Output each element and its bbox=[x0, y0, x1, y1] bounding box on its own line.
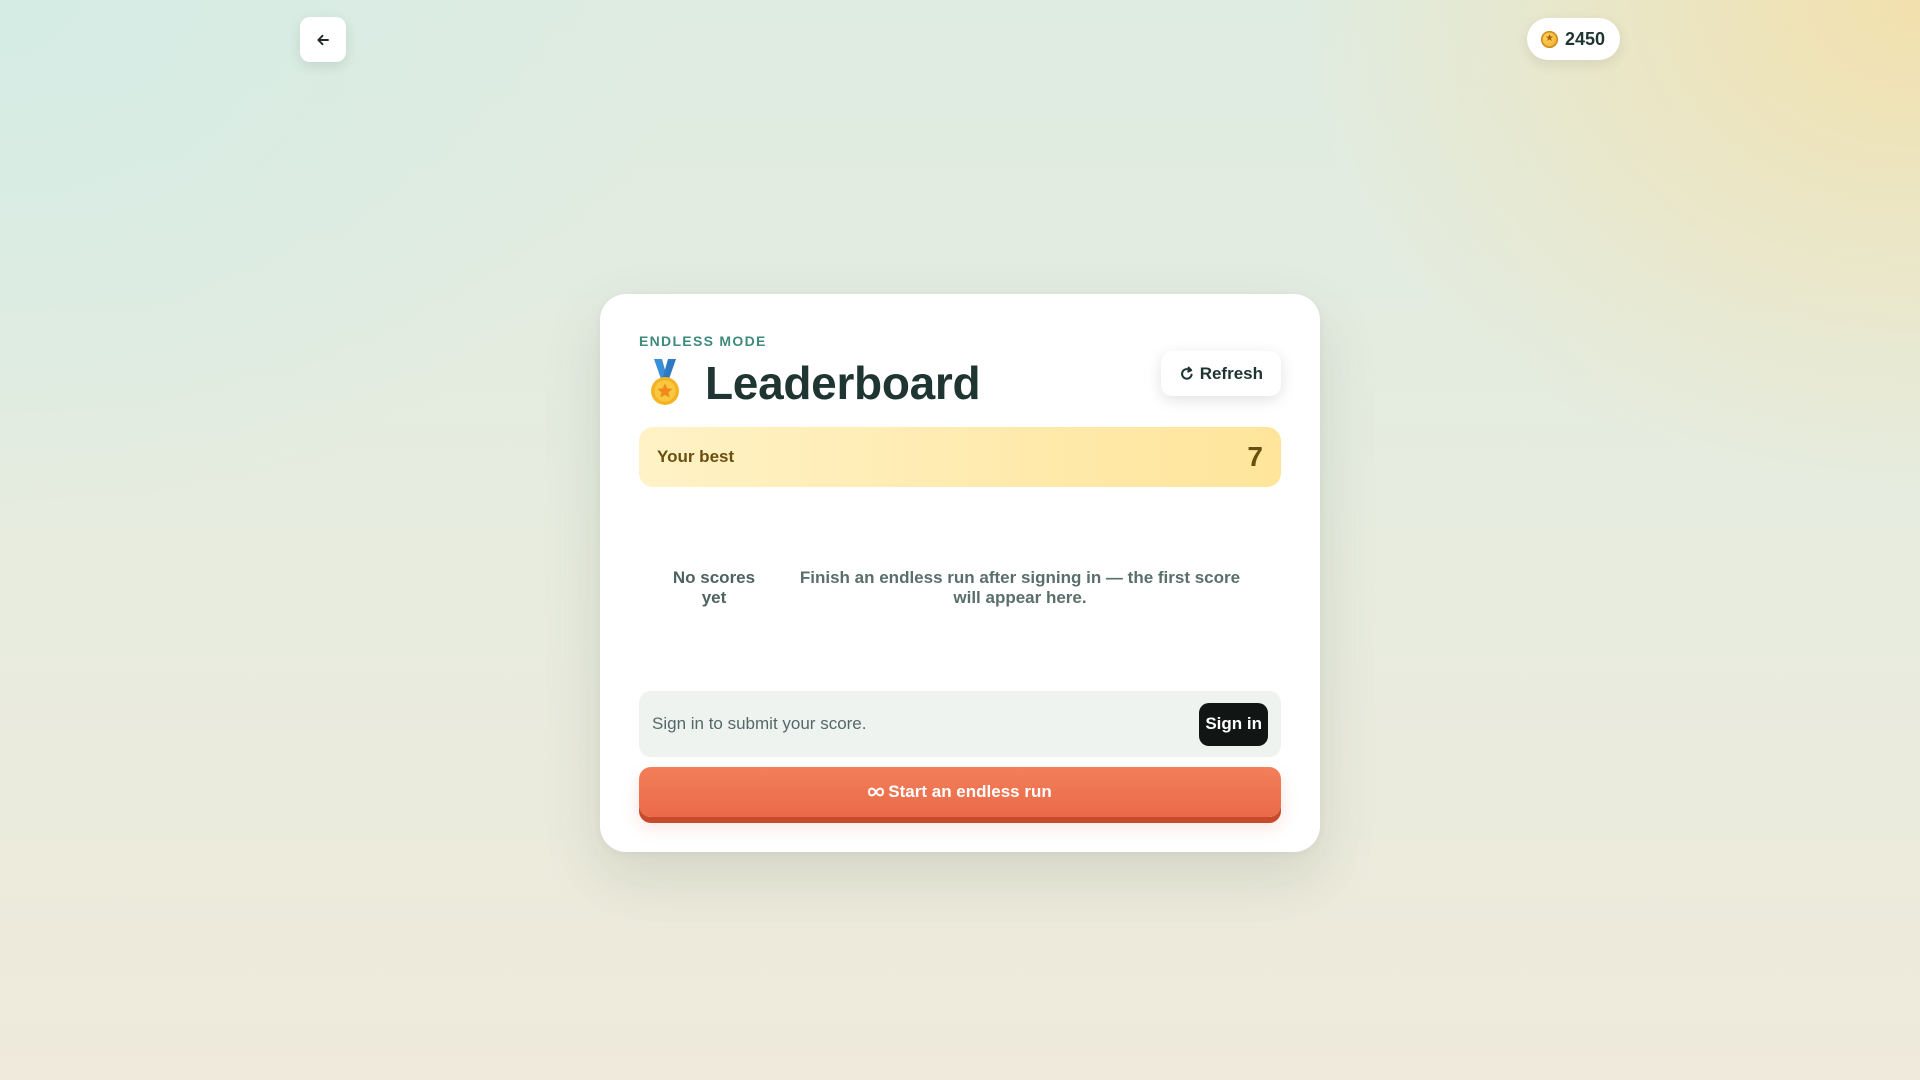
sign-in-button[interactable]: Sign in bbox=[1199, 702, 1268, 746]
refresh-label: Refresh bbox=[1199, 363, 1263, 383]
your-best-value: 7 bbox=[1247, 441, 1263, 472]
back-button[interactable] bbox=[300, 17, 346, 62]
signin-prompt-text: Sign in to submit your score. bbox=[652, 714, 867, 733]
medal-icon bbox=[651, 359, 679, 405]
refresh-button[interactable]: Refresh bbox=[1160, 351, 1281, 396]
start-endless-run-button[interactable]: Start an endless run bbox=[639, 767, 1281, 817]
start-endless-run-label: Start an endless run bbox=[888, 782, 1052, 801]
coin-balance: ★ 2450 bbox=[1526, 18, 1620, 60]
arrow-left-icon bbox=[317, 34, 329, 45]
refresh-icon bbox=[1180, 366, 1193, 380]
infinity-icon bbox=[868, 787, 885, 797]
coin-count: 2450 bbox=[1564, 28, 1605, 49]
your-best-panel: Your best 7 bbox=[639, 427, 1281, 487]
coin-star-icon: ★ bbox=[1540, 30, 1558, 48]
page-title: Leaderboard bbox=[705, 357, 981, 409]
signin-prompt: Sign in to submit your score. Sign in bbox=[639, 691, 1281, 757]
empty-state: No scores yet Finish an endless run afte… bbox=[639, 568, 1281, 608]
leaderboard-card: ENDLESS MODE Leaderboard Refresh Your be… bbox=[600, 294, 1320, 852]
empty-state-description: Finish an endless run after signing in —… bbox=[799, 568, 1241, 607]
title-row: Leaderboard bbox=[639, 356, 981, 410]
mode-label: ENDLESS MODE bbox=[639, 333, 767, 349]
your-best-label: Your best bbox=[657, 447, 735, 466]
empty-state-title: No scores yet bbox=[672, 568, 756, 607]
